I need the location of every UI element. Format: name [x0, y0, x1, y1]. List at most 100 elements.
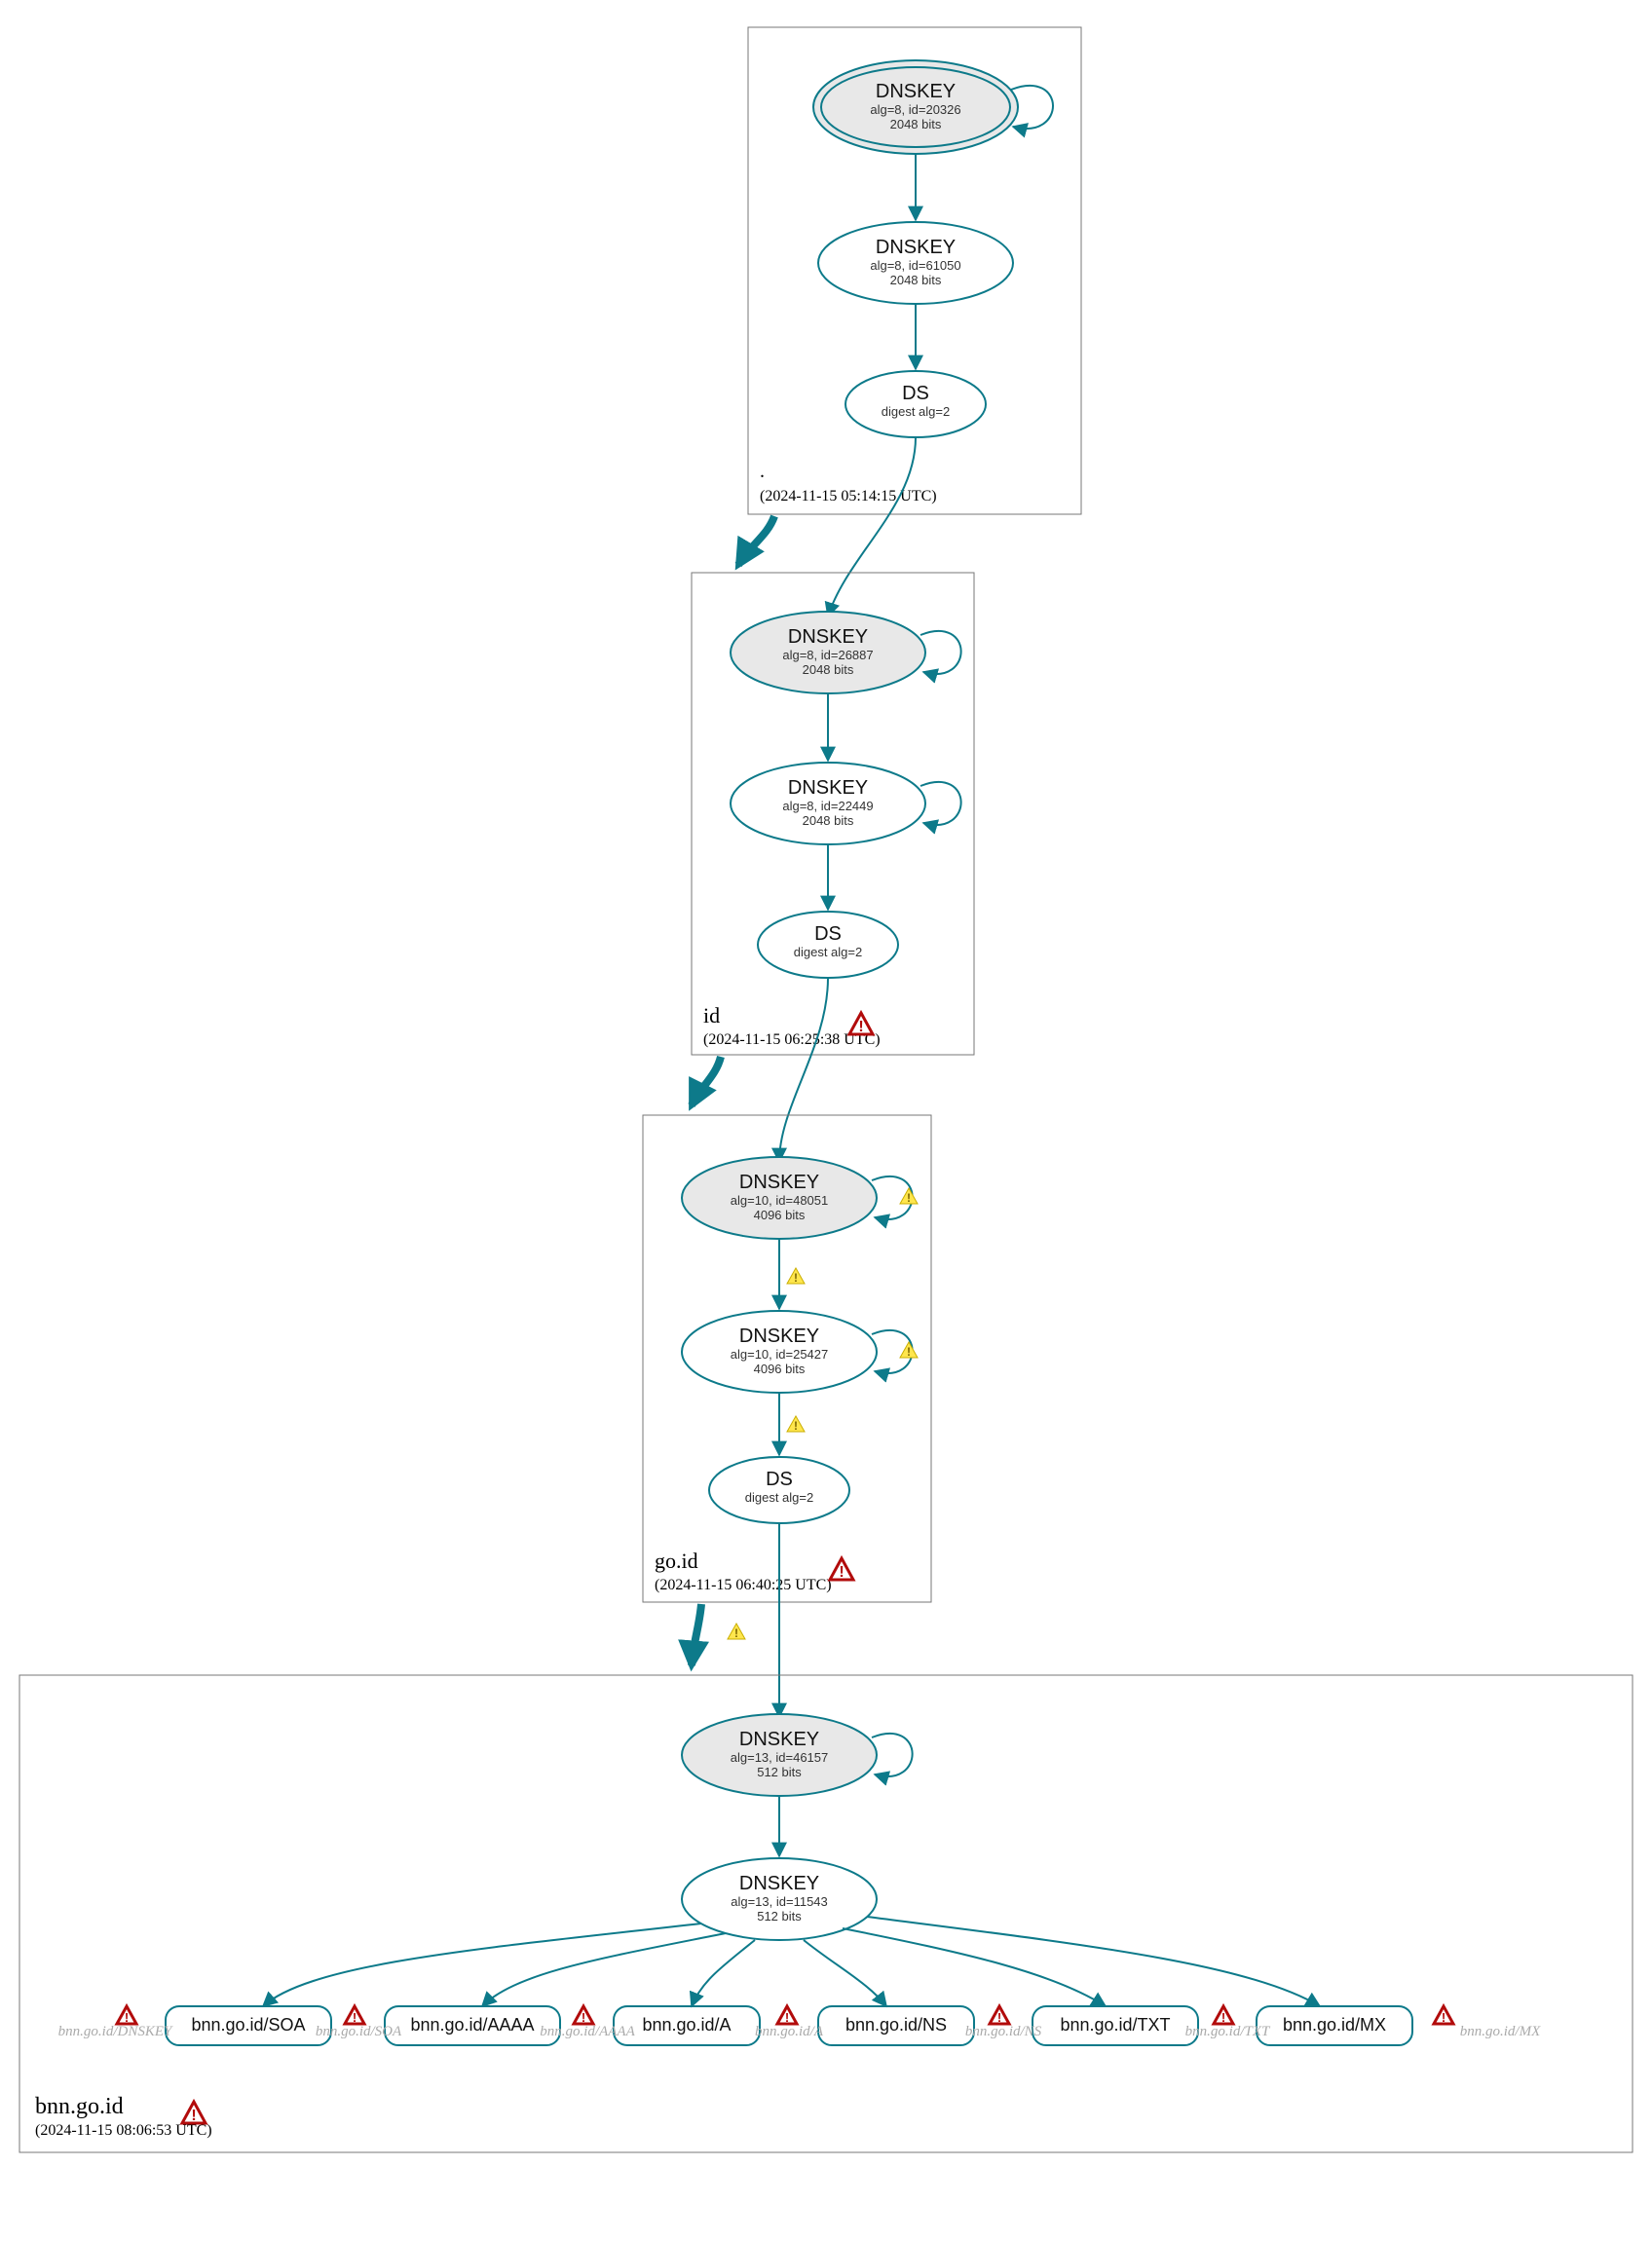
svg-text:bnn.go.id/TXT: bnn.go.id/TXT	[1185, 2024, 1271, 2039]
zone-goid-error-icon[interactable]: !	[830, 1558, 853, 1581]
edge-root-ds-to-id-ksk	[828, 437, 916, 616]
err-soa[interactable]: !	[345, 2006, 364, 2025]
err-aaaa[interactable]: !	[574, 2006, 593, 2025]
err-ns[interactable]: !	[990, 2006, 1009, 2025]
svg-text:alg=13, id=46157: alg=13, id=46157	[731, 1750, 828, 1765]
ghost-ns: bnn.go.id/NS	[965, 2024, 1042, 2039]
edge-id-to-goid-deleg	[692, 1057, 721, 1105]
zone-bnn-label: bnn.go.id	[35, 2094, 124, 2119]
svg-text:bnn.go.id/TXT: bnn.go.id/TXT	[1060, 2015, 1170, 2035]
zone-goid-label: go.id	[655, 1549, 698, 1573]
ghost-soa: bnn.go.id/SOA	[316, 2024, 402, 2039]
svg-text:DS: DS	[766, 1469, 793, 1490]
svg-text:alg=8, id=22449: alg=8, id=22449	[782, 799, 873, 813]
err-txt[interactable]: !	[1214, 2006, 1233, 2025]
svg-text:bnn.go.id/DNSKEY: bnn.go.id/DNSKEY	[58, 2024, 173, 2039]
svg-text:2048 bits: 2048 bits	[890, 273, 942, 287]
node-id-ds[interactable]: DS digest alg=2	[758, 912, 898, 978]
svg-text:bnn.go.id/A: bnn.go.id/A	[642, 2015, 731, 2035]
edge-zsk-ns	[804, 1940, 886, 2006]
svg-text:!: !	[785, 2010, 789, 2025]
warn-goid-zsk[interactable]: !	[900, 1342, 918, 1359]
svg-text:bnn.go.id/AAAA: bnn.go.id/AAAA	[540, 2024, 635, 2039]
warn-goid-ksk-zsk[interactable]: !	[787, 1268, 805, 1285]
edge-root-to-id-deleg	[738, 516, 774, 565]
svg-text:DNSKEY: DNSKEY	[739, 1729, 819, 1750]
node-goid-zsk[interactable]: DNSKEY alg=10, id=25427 4096 bits	[682, 1311, 877, 1393]
svg-text:!: !	[907, 1191, 911, 1205]
svg-text:2048 bits: 2048 bits	[803, 813, 854, 828]
svg-text:alg=10, id=48051: alg=10, id=48051	[731, 1193, 828, 1208]
node-root-ksk[interactable]: DNSKEY alg=8, id=20326 2048 bits	[813, 60, 1018, 154]
svg-text:digest alg=2: digest alg=2	[794, 945, 862, 959]
rr-mx[interactable]: bnn.go.id/MX	[1257, 2006, 1412, 2045]
edge-bnn-ksk-self	[872, 1734, 913, 1776]
svg-text:digest alg=2: digest alg=2	[882, 404, 950, 419]
node-goid-ds[interactable]: DS digest alg=2	[709, 1457, 849, 1523]
svg-text:4096 bits: 4096 bits	[754, 1362, 806, 1376]
zone-root-label: .	[760, 461, 765, 482]
node-root-zsk[interactable]: DNSKEY alg=8, id=61050 2048 bits	[818, 222, 1013, 304]
svg-text:2048 bits: 2048 bits	[890, 117, 942, 131]
svg-text:DS: DS	[814, 923, 842, 945]
zone-id-error-icon[interactable]: !	[849, 1013, 873, 1035]
svg-text:digest alg=2: digest alg=2	[745, 1490, 813, 1505]
svg-text:512 bits: 512 bits	[757, 1909, 802, 1924]
svg-text:DNSKEY: DNSKEY	[739, 1172, 819, 1193]
zone-goid-time: (2024-11-15 06:40:25 UTC)	[655, 1577, 832, 1593]
zone-bnn-time: (2024-11-15 08:06:53 UTC)	[35, 2122, 212, 2139]
edge-id-ds-to-goid-ksk	[779, 978, 828, 1162]
zone-bnn-error-icon[interactable]: !	[182, 2102, 206, 2124]
ghost-txt: bnn.go.id/TXT	[1185, 2024, 1271, 2039]
svg-text:!: !	[794, 1271, 798, 1285]
svg-text:bnn.go.id/AAAA: bnn.go.id/AAAA	[410, 2015, 534, 2035]
err-mx[interactable]: !	[1434, 2006, 1453, 2025]
warn-goid-deleg[interactable]: !	[728, 1624, 745, 1640]
node-bnn-zsk[interactable]: DNSKEY alg=13, id=11543 512 bits	[682, 1858, 877, 1940]
rr-a[interactable]: bnn.go.id/A	[614, 2006, 760, 2045]
edge-zsk-soa	[263, 1924, 701, 2006]
svg-text:!: !	[858, 1019, 863, 1035]
node-bnn-ksk[interactable]: DNSKEY alg=13, id=46157 512 bits	[682, 1714, 877, 1796]
svg-text:alg=10, id=25427: alg=10, id=25427	[731, 1347, 828, 1362]
dnssec-graph: . (2024-11-15 05:14:15 UTC) DNSKEY alg=8…	[0, 0, 1652, 2241]
node-id-ksk[interactable]: DNSKEY alg=8, id=26887 2048 bits	[731, 612, 925, 693]
svg-text:!: !	[191, 2108, 196, 2124]
rr-soa[interactable]: bnn.go.id/SOA	[166, 2006, 331, 2045]
rr-txt[interactable]: bnn.go.id/TXT	[1032, 2006, 1198, 2045]
node-goid-ksk[interactable]: DNSKEY alg=10, id=48051 4096 bits	[682, 1157, 877, 1239]
edge-zsk-mx	[867, 1917, 1320, 2006]
warn-goid-zsk-ds[interactable]: !	[787, 1416, 805, 1433]
edge-zsk-txt	[843, 1928, 1106, 2006]
edge-id-zsk-self	[920, 782, 961, 825]
svg-text:DNSKEY: DNSKEY	[739, 1873, 819, 1894]
svg-text:bnn.go.id/A: bnn.go.id/A	[755, 2024, 824, 2039]
svg-text:DNSKEY: DNSKEY	[788, 777, 868, 799]
zone-root-time: (2024-11-15 05:14:15 UTC)	[760, 488, 937, 504]
rr-aaaa[interactable]: bnn.go.id/AAAA	[385, 2006, 560, 2045]
svg-text:!: !	[997, 2010, 1001, 2025]
svg-text:!: !	[582, 2010, 585, 2025]
svg-text:4096 bits: 4096 bits	[754, 1208, 806, 1222]
svg-text:!: !	[1442, 2010, 1446, 2025]
svg-text:DNSKEY: DNSKEY	[739, 1326, 819, 1347]
edge-zsk-a	[692, 1940, 755, 2006]
warn-goid-ksk[interactable]: !	[900, 1188, 918, 1205]
ghost-a: bnn.go.id/A	[755, 2024, 824, 2039]
node-id-zsk[interactable]: DNSKEY alg=8, id=22449 2048 bits	[731, 763, 925, 844]
svg-text:alg=8, id=61050: alg=8, id=61050	[870, 258, 960, 273]
svg-text:alg=8, id=26887: alg=8, id=26887	[782, 648, 873, 662]
ghost-dnskey: bnn.go.id/DNSKEY	[58, 2024, 173, 2039]
node-root-ds[interactable]: DS digest alg=2	[845, 371, 986, 437]
svg-text:bnn.go.id/NS: bnn.go.id/NS	[845, 2015, 947, 2035]
svg-text:2048 bits: 2048 bits	[803, 662, 854, 677]
svg-text:bnn.go.id/SOA: bnn.go.id/SOA	[316, 2024, 402, 2039]
svg-text:!: !	[907, 1345, 911, 1359]
svg-text:!: !	[125, 2010, 129, 2025]
err-dnskey[interactable]: !	[117, 2006, 136, 2025]
rr-ns[interactable]: bnn.go.id/NS	[818, 2006, 974, 2045]
err-a[interactable]: !	[777, 2006, 797, 2025]
svg-text:bnn.go.id/NS: bnn.go.id/NS	[965, 2024, 1042, 2039]
svg-text:!: !	[734, 1626, 738, 1640]
zone-id-label: id	[703, 1003, 720, 1027]
